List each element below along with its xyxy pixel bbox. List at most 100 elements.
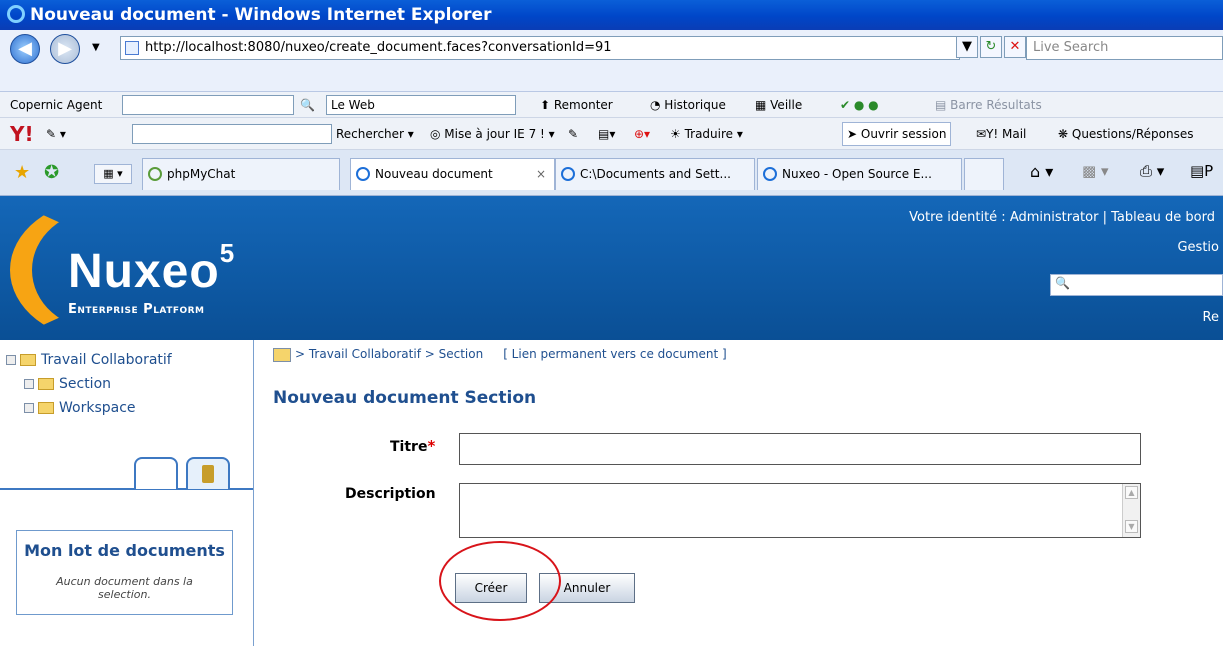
- questions-label: Questions/Réponses: [1071, 127, 1194, 141]
- veille-button[interactable]: ▦ Veille: [755, 92, 802, 118]
- header-search-input[interactable]: 🔍: [1050, 274, 1223, 296]
- description-textarea[interactable]: ▲ ▼: [459, 483, 1141, 538]
- back-button[interactable]: ◀: [10, 34, 40, 64]
- history-dropdown-icon[interactable]: ▼: [92, 42, 100, 53]
- page-menu-icon[interactable]: ▤P: [1190, 162, 1213, 180]
- tree-label: Workspace: [59, 400, 136, 416]
- titre-label: Titre*: [390, 437, 435, 455]
- folder-icon: [38, 402, 54, 414]
- collapse-icon[interactable]: [6, 355, 16, 365]
- target-icon[interactable]: ⊕▾: [634, 118, 650, 150]
- barre-resultats-button[interactable]: ▤ Barre Résultats: [935, 92, 1042, 118]
- pencil-icon[interactable]: ✎ ▾: [46, 118, 66, 150]
- mise-a-jour-label: Mise à jour IE 7 !: [444, 127, 545, 141]
- ymail-button[interactable]: ✉Y! Mail: [976, 118, 1026, 150]
- re-link[interactable]: Re: [1203, 310, 1219, 325]
- quick-tabs-icon[interactable]: ▦ ▾: [94, 164, 132, 184]
- le-web-select[interactable]: Le Web: [326, 95, 516, 115]
- description-label: Description: [345, 486, 436, 502]
- folder-icon: [38, 378, 54, 390]
- traduire-label: Traduire: [684, 127, 734, 141]
- expand-icon[interactable]: [24, 403, 34, 413]
- tab-nuxeo[interactable]: Nuxeo - Open Source E...: [757, 158, 962, 190]
- tab-label: Nouveau document: [375, 167, 493, 181]
- layout-icon[interactable]: ▤▾: [598, 118, 615, 150]
- scroll-up-icon[interactable]: ▲: [1125, 486, 1138, 499]
- tab-nouveau-document[interactable]: Nouveau document ×: [350, 158, 555, 190]
- titre-label-text: Titre: [390, 439, 428, 455]
- tab-phpmychat[interactable]: phpMyChat: [142, 158, 340, 190]
- tree-item-workspace[interactable]: Workspace: [24, 400, 136, 416]
- remonter-button[interactable]: ⬆ Remonter: [540, 92, 613, 118]
- traduire-button[interactable]: ☀ Traduire ▾: [670, 118, 743, 150]
- live-search-input[interactable]: Live Search: [1026, 36, 1223, 60]
- ymail-label: Y! Mail: [986, 127, 1027, 141]
- refresh-icon[interactable]: ↻: [980, 36, 1002, 58]
- gestion-link[interactable]: Gestio: [1177, 240, 1219, 255]
- yahoo-search-input[interactable]: [132, 124, 332, 144]
- ouvrir-session-button[interactable]: ➤ Ouvrir session: [842, 122, 952, 146]
- search-icon[interactable]: 🔍: [300, 92, 315, 118]
- address-dropdown-icon[interactable]: ▼: [956, 36, 978, 58]
- ie-page-icon: [356, 167, 370, 181]
- forward-button[interactable]: ▶: [50, 34, 80, 64]
- window-title: Nouveau document - Windows Internet Expl…: [30, 5, 492, 25]
- stop-icon[interactable]: ✕: [1004, 36, 1026, 58]
- tab-close-icon[interactable]: ×: [536, 159, 546, 189]
- print-icon[interactable]: ⎙ ▾: [1140, 162, 1164, 180]
- ouvrir-session-label: Ouvrir session: [860, 127, 947, 141]
- historique-button[interactable]: ◔ Historique: [650, 92, 726, 118]
- nuxeo-header: Nuxeo5 Enterprise Platform Votre identit…: [0, 196, 1223, 340]
- address-url: http://localhost:8080/nuxeo/create_docum…: [145, 40, 612, 55]
- breadcrumb-path[interactable]: > Travail Collaboratif > Section: [295, 347, 483, 361]
- ie-logo-icon: [7, 5, 25, 23]
- yahoo-toolbar: Y! ✎ ▾ Rechercher ▾ ◎ Mise à jour IE 7 !…: [0, 118, 1223, 150]
- basket-empty-message: Aucun document dans la selection.: [56, 575, 193, 601]
- home-folder-icon[interactable]: [273, 347, 291, 362]
- permalink-link[interactable]: [ Lien permanent vers ce document ]: [503, 347, 727, 361]
- tab-navigation-icon[interactable]: [134, 457, 178, 489]
- highlight-icon[interactable]: ✎: [568, 118, 578, 150]
- page-title: Nouveau document Section: [273, 388, 537, 408]
- nuxeo-logo: Nuxeo5: [68, 238, 235, 299]
- window-title-bar: Nouveau document - Windows Internet Expl…: [0, 0, 1223, 30]
- mise-a-jour-button[interactable]: ◎ Mise à jour IE 7 ! ▾: [430, 118, 555, 150]
- le-web-label: Le Web: [331, 98, 375, 112]
- home-icon[interactable]: ⌂ ▾: [1030, 162, 1053, 181]
- rechercher-button[interactable]: Rechercher ▾: [336, 118, 414, 150]
- ie-page-icon: [763, 167, 777, 181]
- favorites-star-icon[interactable]: ★: [14, 162, 30, 183]
- identity-text[interactable]: Votre identité : Administrator | Tableau…: [909, 210, 1215, 225]
- basket-title: Mon lot de documents: [24, 541, 225, 560]
- add-favorite-icon[interactable]: ✪: [44, 162, 59, 183]
- address-input[interactable]: http://localhost:8080/nuxeo/create_docum…: [120, 36, 960, 60]
- yahoo-logo[interactable]: Y!: [10, 118, 34, 150]
- tab-icon: [148, 167, 162, 181]
- tab-label: Nuxeo - Open Source E...: [782, 167, 932, 181]
- questions-button[interactable]: ❋ Questions/Réponses: [1058, 118, 1193, 150]
- new-tab-button[interactable]: [964, 158, 1004, 190]
- tree-item-travail-collaboratif[interactable]: Travail Collaboratif: [6, 352, 172, 368]
- copernic-toolbar: Copernic Agent 🔍 Le Web ⬆ Remonter ◔ His…: [0, 92, 1223, 118]
- feeds-icon[interactable]: ▩ ▾: [1082, 162, 1108, 180]
- address-row: ◀ ▶ ▼ http://localhost:8080/nuxeo/create…: [0, 30, 1223, 92]
- rechercher-label: Rechercher: [336, 127, 404, 141]
- titre-input[interactable]: [459, 433, 1141, 465]
- scroll-down-icon[interactable]: ▼: [1125, 520, 1138, 533]
- breadcrumb: > Travail Collaboratif > Section [ Lien p…: [273, 347, 727, 362]
- tab-documents-settings[interactable]: C:\Documents and Sett...: [555, 158, 755, 190]
- expand-icon[interactable]: [24, 379, 34, 389]
- nav-arrows-icon[interactable]: ✔ ● ●: [840, 92, 879, 118]
- tree-item-section[interactable]: Section: [24, 376, 111, 392]
- tree-label: Travail Collaboratif: [41, 352, 172, 368]
- scrollbar[interactable]: ▲ ▼: [1122, 484, 1140, 537]
- tab-label: C:\Documents and Sett...: [580, 167, 731, 181]
- historique-label: Historique: [664, 98, 726, 112]
- ie-page-icon: [561, 167, 575, 181]
- veille-label: Veille: [770, 98, 803, 112]
- tab-label: phpMyChat: [167, 167, 236, 181]
- copernic-label: Copernic Agent: [10, 98, 103, 112]
- tree-label: Section: [59, 376, 112, 392]
- copernic-search-input[interactable]: [122, 95, 294, 115]
- tab-clipboard-icon[interactable]: [186, 457, 230, 489]
